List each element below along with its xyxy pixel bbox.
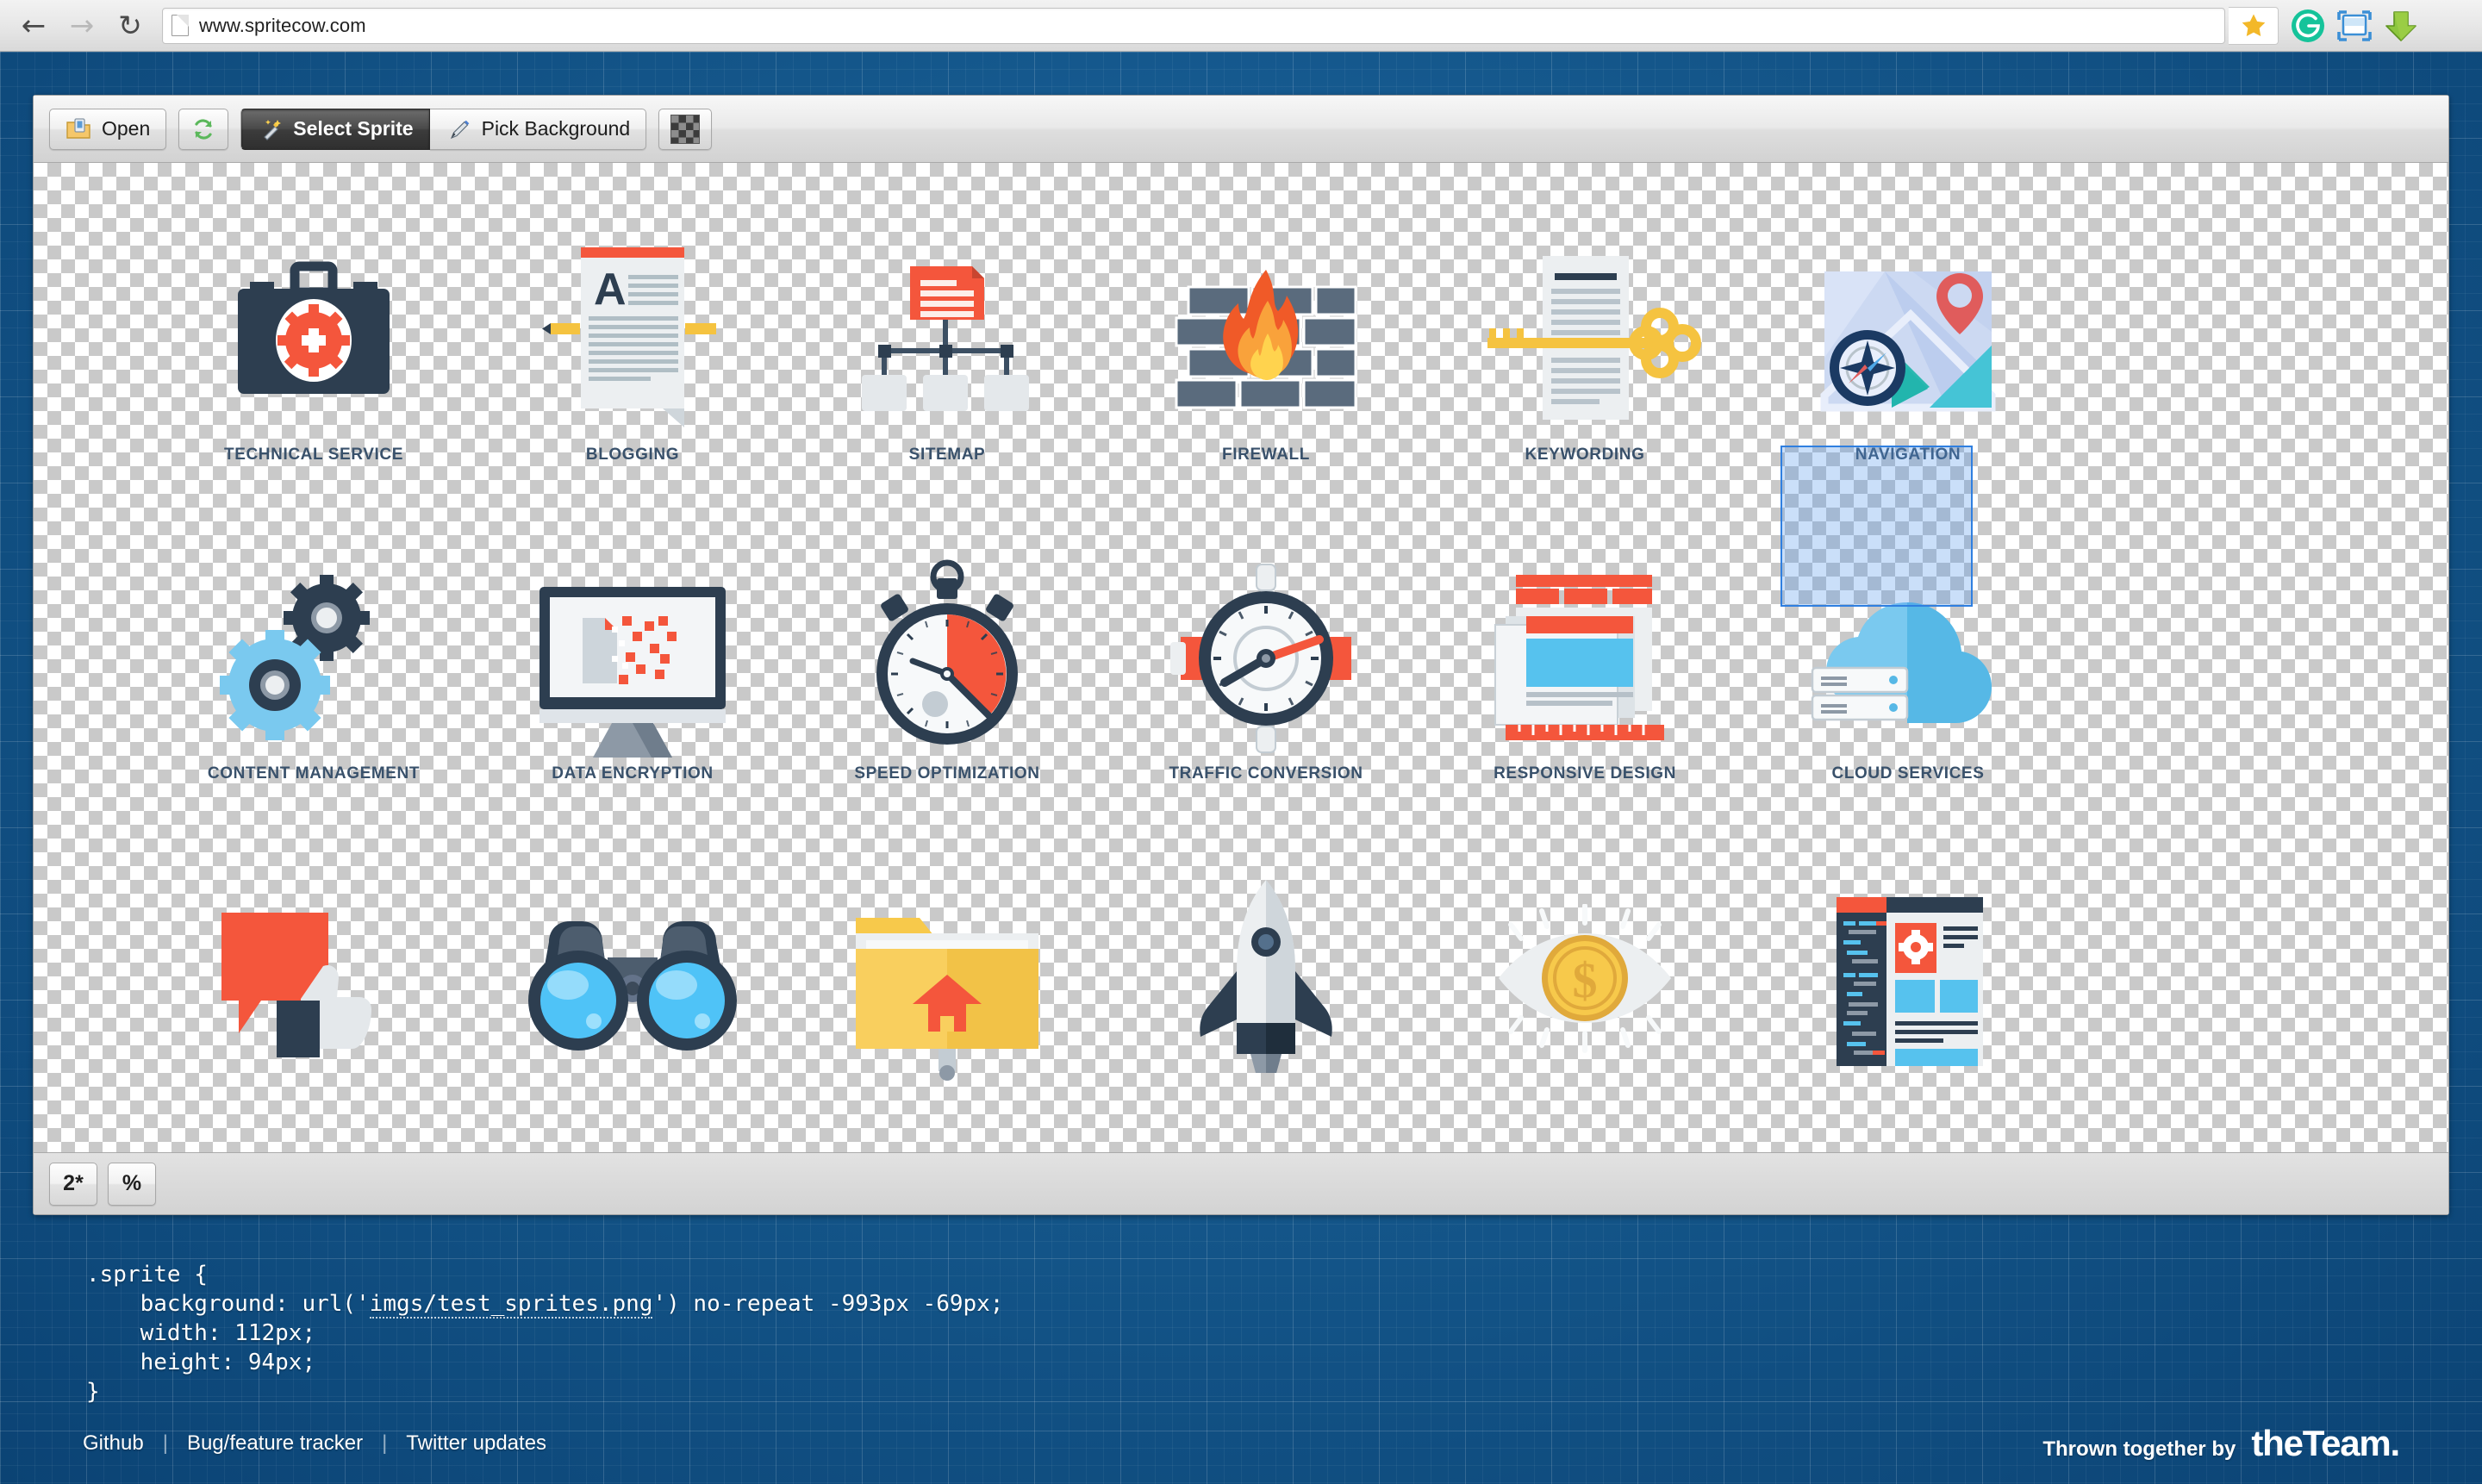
checkerboard-swatch-icon bbox=[670, 114, 701, 144]
toolbox-gear-icon bbox=[128, 240, 499, 439]
folder-home-icon bbox=[762, 878, 1132, 1081]
css-background-url[interactable]: imgs/test_sprites.png bbox=[369, 1291, 653, 1319]
footer-link-bug-tracker[interactable]: Bug/feature tracker bbox=[168, 1431, 382, 1456]
forward-button[interactable]: → bbox=[62, 6, 102, 46]
sprite-cell[interactable]: TRAFFIC CONVERSION bbox=[1081, 559, 1451, 783]
open-button[interactable]: Open bbox=[49, 108, 167, 150]
forward-arrow-icon: → bbox=[69, 8, 95, 43]
sprite-sheet-image: TECHNICAL SERVICE A BLOGGING SITEMAP FIR… bbox=[34, 163, 2448, 1152]
sprite-cell[interactable]: KEYWORDING bbox=[1400, 240, 1770, 465]
sprite-label: SPEED OPTIMIZATION bbox=[854, 764, 1040, 783]
pick-background-label: Pick Background bbox=[481, 117, 631, 140]
sprite-label: RESPONSIVE DESIGN bbox=[1494, 764, 1676, 783]
sprite-cell[interactable]: CLOUD SERVICES bbox=[1723, 559, 2093, 783]
css-line-width: width: 112px; bbox=[86, 1320, 316, 1346]
sprite-label: TECHNICAL SERVICE bbox=[224, 446, 403, 464]
svg-text:$: $ bbox=[1573, 952, 1598, 1008]
footer-links: Github | Bug/feature tracker | Twitter u… bbox=[83, 1431, 565, 1456]
bookmark-star-icon bbox=[2242, 14, 2265, 36]
cloud-server-icon bbox=[1723, 559, 2093, 758]
background-swatch-button[interactable] bbox=[658, 108, 713, 150]
sprite-cell[interactable] bbox=[1723, 878, 2093, 1083]
zoom-percent-button[interactable]: % bbox=[108, 1162, 156, 1206]
footer-link-twitter[interactable]: Twitter updates bbox=[387, 1431, 565, 1456]
screen-capture-button[interactable] bbox=[2334, 5, 2375, 47]
sprite-cell[interactable]: SITEMAP bbox=[762, 240, 1132, 465]
select-sprite-button[interactable]: Select Sprite bbox=[240, 108, 430, 150]
css-line-background-prefix: background: url(' bbox=[86, 1291, 370, 1317]
browser-layout-ruler-icon bbox=[1400, 559, 1770, 758]
download-arrow-icon bbox=[2385, 10, 2417, 41]
sprite-cell[interactable] bbox=[128, 878, 499, 1083]
eyedropper-pen-icon bbox=[450, 120, 469, 139]
two-gears-icon bbox=[128, 559, 499, 758]
bookmark-button[interactable] bbox=[2229, 6, 2279, 45]
zoom-bar: 2* % bbox=[34, 1152, 2448, 1214]
footer-credit: Thrown together by theTeam. bbox=[2042, 1423, 2400, 1464]
sprite-cell[interactable]: SPEED OPTIMIZATION bbox=[762, 559, 1132, 783]
footer-link-github[interactable]: Github bbox=[83, 1431, 163, 1456]
reload-icon: ↻ bbox=[118, 9, 142, 42]
sprite-label: CONTENT MANAGEMENT bbox=[207, 764, 421, 783]
document-key-icon bbox=[1400, 240, 1770, 439]
stopwatch-icon bbox=[762, 559, 1132, 758]
page-footer: Github | Bug/feature tracker | Twitter u… bbox=[0, 1401, 2482, 1484]
sprite-cell[interactable]: CONTENT MANAGEMENT bbox=[128, 559, 499, 783]
sprite-label: FIREWALL bbox=[1222, 446, 1310, 464]
sprite-label: SITEMAP bbox=[908, 446, 986, 464]
sprite-cell[interactable]: RESPONSIVE DESIGN bbox=[1400, 559, 1770, 783]
download-button[interactable] bbox=[2380, 5, 2422, 47]
css-line-background-suffix: ') no-repeat -993px -69px; bbox=[652, 1291, 1004, 1317]
pick-background-button[interactable]: Pick Background bbox=[429, 108, 647, 150]
sprite-cell[interactable]: NAVIGATION bbox=[1723, 240, 2093, 465]
sprite-cell[interactable]: TECHNICAL SERVICE bbox=[128, 240, 499, 465]
mode-toggle-group: Select Sprite Pick Background bbox=[240, 108, 647, 150]
refresh-button[interactable] bbox=[178, 108, 229, 150]
css-line-height: height: 94px; bbox=[86, 1350, 316, 1375]
css-output[interactable]: .sprite { background: url('imgs/test_spr… bbox=[86, 1260, 1003, 1406]
theteam-logo[interactable]: theTeam. bbox=[2251, 1423, 2400, 1464]
open-file-icon bbox=[66, 117, 90, 139]
sprite-cell[interactable] bbox=[762, 878, 1132, 1083]
back-arrow-icon: ← bbox=[21, 8, 47, 43]
svg-text:A: A bbox=[594, 265, 627, 315]
wrist-gauge-icon bbox=[1081, 559, 1451, 758]
address-bar[interactable]: www.spritecow.com bbox=[162, 7, 2225, 44]
spritecow-app-panel: Open Select Sprite Pick Background TECHN… bbox=[33, 95, 2449, 1215]
screen-capture-icon bbox=[2337, 9, 2372, 41]
dollar-coin-eye-icon: $ bbox=[1400, 878, 1770, 1076]
sprite-cell[interactable]: $ bbox=[1400, 878, 1770, 1083]
browser-menu-button[interactable] bbox=[2427, 5, 2468, 47]
zoom-scale-button[interactable]: 2* bbox=[49, 1162, 97, 1206]
sprite-label: NAVIGATION bbox=[1855, 446, 1961, 464]
reload-button[interactable]: ↻ bbox=[110, 6, 150, 46]
grammarly-icon bbox=[2292, 9, 2324, 42]
credit-text: Thrown together by bbox=[2042, 1437, 2236, 1461]
sprite-cell[interactable] bbox=[1081, 878, 1451, 1083]
sprite-label: TRAFFIC CONVERSION bbox=[1169, 764, 1363, 783]
sitemap-hierarchy-icon bbox=[762, 240, 1132, 439]
refresh-arrows-icon bbox=[195, 118, 212, 140]
sprite-label: KEYWORDING bbox=[1525, 446, 1645, 464]
magic-wand-icon bbox=[264, 119, 282, 140]
speech-bubble-thumbs-up-icon bbox=[128, 878, 499, 1076]
page-background: Open Select Sprite Pick Background TECHN… bbox=[0, 52, 2482, 1484]
url-text: www.spritecow.com bbox=[199, 14, 366, 36]
page-document-icon bbox=[171, 15, 189, 36]
css-line-selector: .sprite { bbox=[86, 1262, 208, 1288]
sprite-cell[interactable]: FIREWALL bbox=[1081, 240, 1451, 465]
select-sprite-label: Select Sprite bbox=[293, 117, 414, 140]
code-webpage-icon bbox=[1723, 878, 2093, 1076]
app-toolbar: Open Select Sprite Pick Background bbox=[34, 96, 2448, 163]
browser-chrome: ← → ↻ www.spritecow.com bbox=[0, 0, 2482, 52]
rocket-icon bbox=[1081, 878, 1451, 1076]
back-button[interactable]: ← bbox=[14, 6, 53, 46]
sprite-sheet-canvas[interactable]: TECHNICAL SERVICE A BLOGGING SITEMAP FIR… bbox=[34, 163, 2448, 1152]
brick-wall-flame-icon bbox=[1081, 240, 1451, 439]
map-compass-pin-icon bbox=[1723, 240, 2093, 439]
grammarly-button[interactable] bbox=[2287, 5, 2329, 47]
open-button-label: Open bbox=[102, 117, 151, 140]
